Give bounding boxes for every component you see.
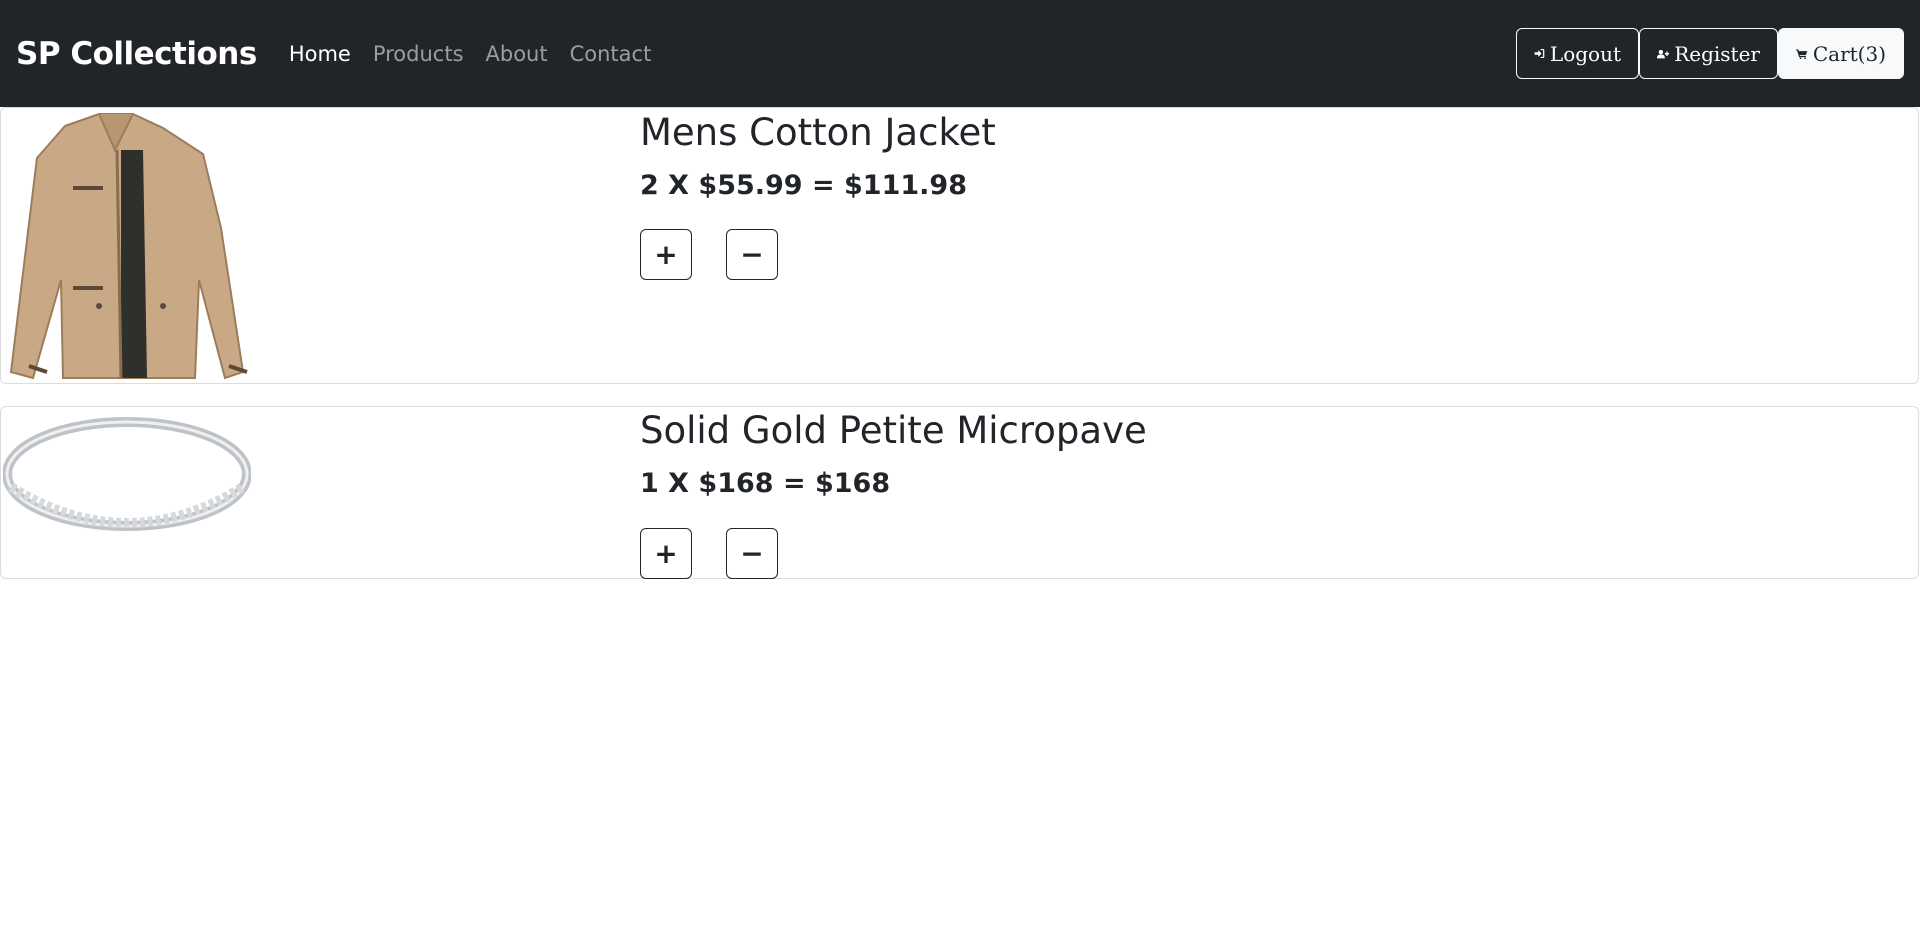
sign-in-icon <box>1534 48 1545 59</box>
cart-label: Cart(3) <box>1812 41 1886 66</box>
shopping-cart-icon <box>1796 48 1808 59</box>
nav-actions: Logout Register Cart(3) <box>1516 28 1904 79</box>
cart-button[interactable]: Cart(3) <box>1778 28 1904 79</box>
increase-quantity-button[interactable]: + <box>640 528 692 579</box>
user-plus-icon <box>1657 49 1670 58</box>
decrease-quantity-button[interactable]: − <box>726 528 778 579</box>
top-navbar: SP Collections Home Products About Conta… <box>0 0 1920 107</box>
register-label: Register <box>1674 41 1760 66</box>
jacket-image <box>3 110 251 382</box>
nav-link-about[interactable]: About <box>486 42 548 66</box>
nav-links: Home Products About Contact <box>289 42 674 66</box>
increase-quantity-button[interactable]: + <box>640 229 692 280</box>
item-price-line: 2 X $55.99 = $111.98 <box>640 170 967 201</box>
logout-button[interactable]: Logout <box>1516 28 1639 79</box>
nav-link-home[interactable]: Home <box>289 42 351 66</box>
cart-item-card: Solid Gold Petite Micropave 1 X $168 = $… <box>0 406 1919 579</box>
ring-image <box>3 409 251 549</box>
register-button[interactable]: Register <box>1639 28 1778 79</box>
brand-logo[interactable]: SP Collections <box>16 36 257 72</box>
item-title: Solid Gold Petite Micropave <box>640 409 1147 452</box>
cart-item-card: Mens Cotton Jacket 2 X $55.99 = $111.98 … <box>0 107 1919 384</box>
decrease-quantity-button[interactable]: − <box>726 229 778 280</box>
item-price-line: 1 X $168 = $168 <box>640 468 891 499</box>
logout-label: Logout <box>1549 41 1621 66</box>
nav-link-contact[interactable]: Contact <box>570 42 652 66</box>
item-title: Mens Cotton Jacket <box>640 111 996 154</box>
nav-link-products[interactable]: Products <box>373 42 464 66</box>
